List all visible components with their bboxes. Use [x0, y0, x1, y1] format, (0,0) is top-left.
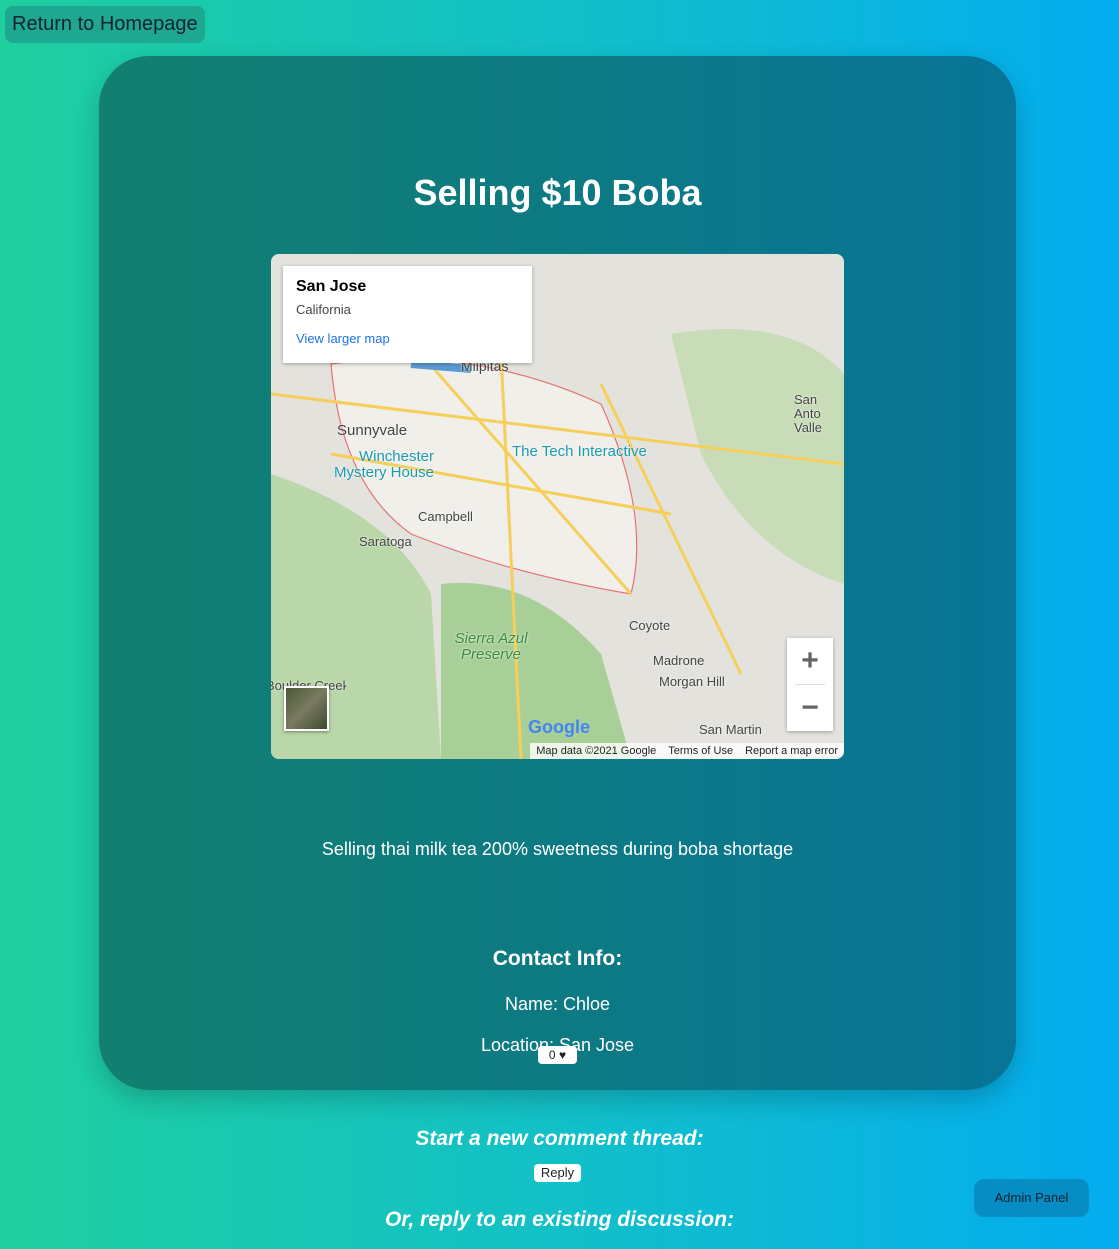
existing-discussion-heading: Or, reply to an existing discussion:: [385, 1208, 734, 1231]
map-poi-tech-interactive[interactable]: The Tech Interactive: [512, 443, 647, 460]
admin-panel-button[interactable]: Admin Panel: [974, 1179, 1089, 1217]
map-label-san-antonio: San Anto Valle: [794, 392, 822, 435]
map-label-saratoga: Saratoga: [359, 534, 412, 549]
start-thread-heading: Start a new comment thread:: [415, 1127, 704, 1150]
zoom-in-button[interactable]: +: [787, 638, 833, 684]
map-zoom-controls: + −: [787, 638, 833, 731]
map-label-sunnyvale: Sunnyvale: [337, 422, 408, 439]
map-place-region: California: [296, 302, 351, 317]
satellite-toggle[interactable]: [284, 686, 329, 731]
map-place-name: San Jose: [296, 278, 367, 295]
map-label-morgan-hill: Morgan Hill: [659, 674, 725, 689]
google-logo: Google: [528, 717, 590, 737]
embedded-map[interactable]: Sunnyvale Milpitas Campbell Saratoga Coy…: [271, 254, 844, 759]
view-larger-map-link[interactable]: View larger map: [296, 331, 519, 346]
zoom-out-button[interactable]: −: [787, 685, 833, 731]
return-homepage-button[interactable]: Return to Homepage: [5, 6, 205, 43]
heart-icon: ♥: [558, 1048, 567, 1062]
map-label-sierra-azul: Sierra Azul Preserve: [454, 630, 528, 663]
reply-button[interactable]: Reply: [534, 1164, 581, 1182]
map-poi-winchester[interactable]: Winchester Mystery House: [324, 449, 434, 481]
map-label-san-martin: San Martin: [699, 722, 762, 737]
map-attribution: Map data ©2021 Google Terms of Use Repor…: [530, 743, 844, 759]
map-label-coyote: Coyote: [629, 618, 671, 633]
like-count: 0: [548, 1048, 556, 1062]
map-data-text: Map data ©2021 Google: [536, 745, 657, 757]
post-description: Selling thai milk tea 200% sweetness dur…: [321, 839, 794, 859]
map-label-campbell: Campbell: [418, 509, 473, 524]
post-title: Selling $10 Boba: [413, 172, 702, 213]
like-button[interactable]: 0 ♥: [538, 1046, 577, 1064]
report-map-error-link[interactable]: Report a map error: [745, 743, 838, 759]
contact-name: Name: Chloe: [504, 994, 611, 1014]
contact-heading: Contact Info:: [492, 947, 623, 970]
map-info-card: San Jose California View larger map: [283, 266, 532, 363]
terms-of-use-link[interactable]: Terms of Use: [668, 743, 733, 759]
map-label-madrone: Madrone: [653, 653, 705, 668]
